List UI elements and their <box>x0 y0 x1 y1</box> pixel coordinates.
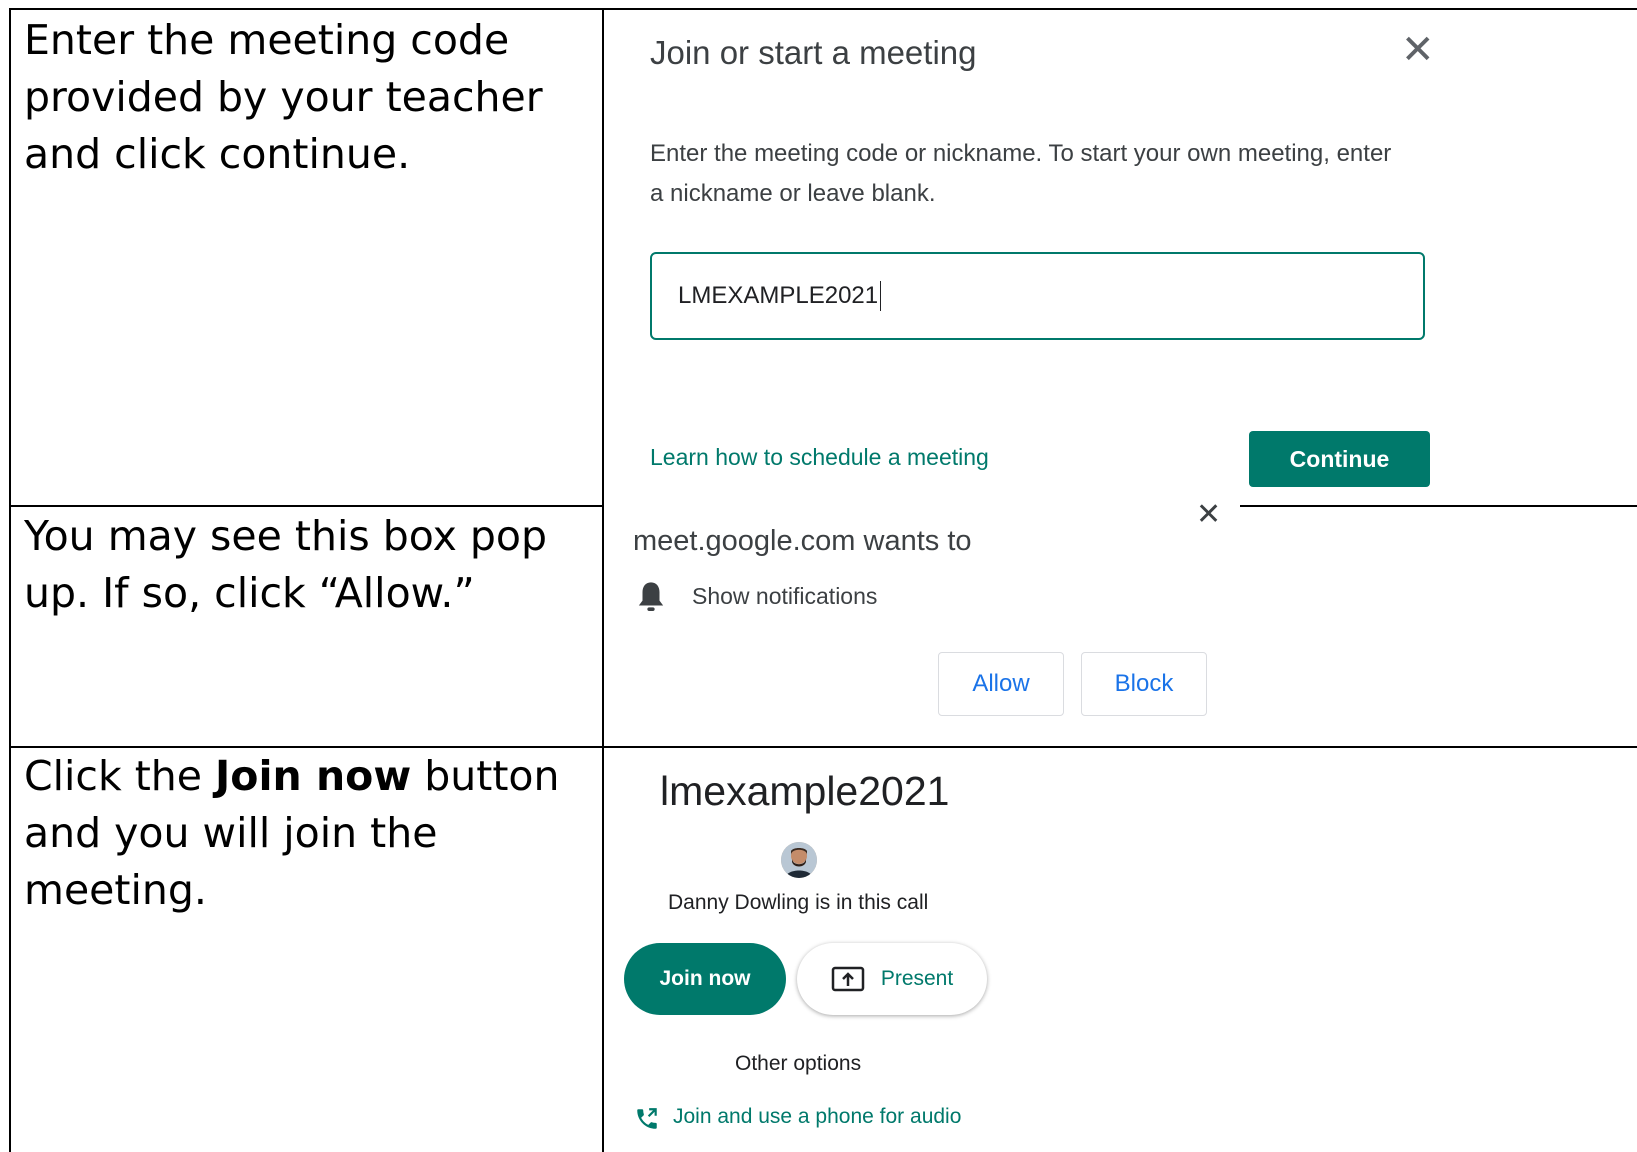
avatar-portrait-icon <box>781 842 817 878</box>
other-options-label[interactable]: Other options <box>735 1052 861 1076</box>
bell-icon <box>638 582 664 611</box>
instruction-step-3-prefix: Click the <box>24 752 216 800</box>
notification-text: Show notifications <box>692 583 878 609</box>
present-label: Present <box>880 967 954 990</box>
continue-button[interactable]: Continue <box>1249 431 1430 487</box>
close-icon[interactable]: ✕ <box>1401 30 1435 70</box>
join-now-button[interactable]: Join now <box>624 943 786 1015</box>
close-prompt-icon[interactable]: ✕ <box>1196 500 1221 530</box>
learn-schedule-link[interactable]: Learn how to schedule a meeting <box>650 444 989 471</box>
phone-forward-icon <box>637 1108 657 1129</box>
meeting-room-name: lmexample2021 <box>660 768 950 814</box>
dialog-title: Join or start a meeting <box>650 34 977 71</box>
instruction-step-2: You may see this box pop up. If so, clic… <box>24 512 548 617</box>
present-screen-icon <box>831 966 865 992</box>
instruction-step-1: Enter the meeting code provided by your … <box>24 16 543 178</box>
allow-button[interactable]: Allow <box>938 652 1064 716</box>
present-button[interactable]: Present <box>797 943 987 1015</box>
meeting-code-value: LMEXAMPLE2021 <box>678 282 879 309</box>
text-caret <box>880 281 882 311</box>
phone-audio-link[interactable]: Join and use a phone for audio <box>673 1105 961 1129</box>
in-call-text: Danny Dowling is in this call <box>668 891 929 914</box>
instruction-document: Enter the meeting code provided by your … <box>0 0 1637 1152</box>
meeting-code-input[interactable]: LMEXAMPLE2021 <box>650 252 1425 340</box>
dialog-description: Enter the meeting code or nickname. To s… <box>650 140 1392 207</box>
instruction-step-3-bold: Join now <box>215 752 412 800</box>
block-button[interactable]: Block <box>1081 652 1207 716</box>
avatar <box>781 842 817 878</box>
prompt-title: meet.google.com wants to <box>633 525 972 557</box>
table-border-left <box>9 9 11 1152</box>
instruction-step-3: Click the Join now button and you will j… <box>24 748 584 919</box>
